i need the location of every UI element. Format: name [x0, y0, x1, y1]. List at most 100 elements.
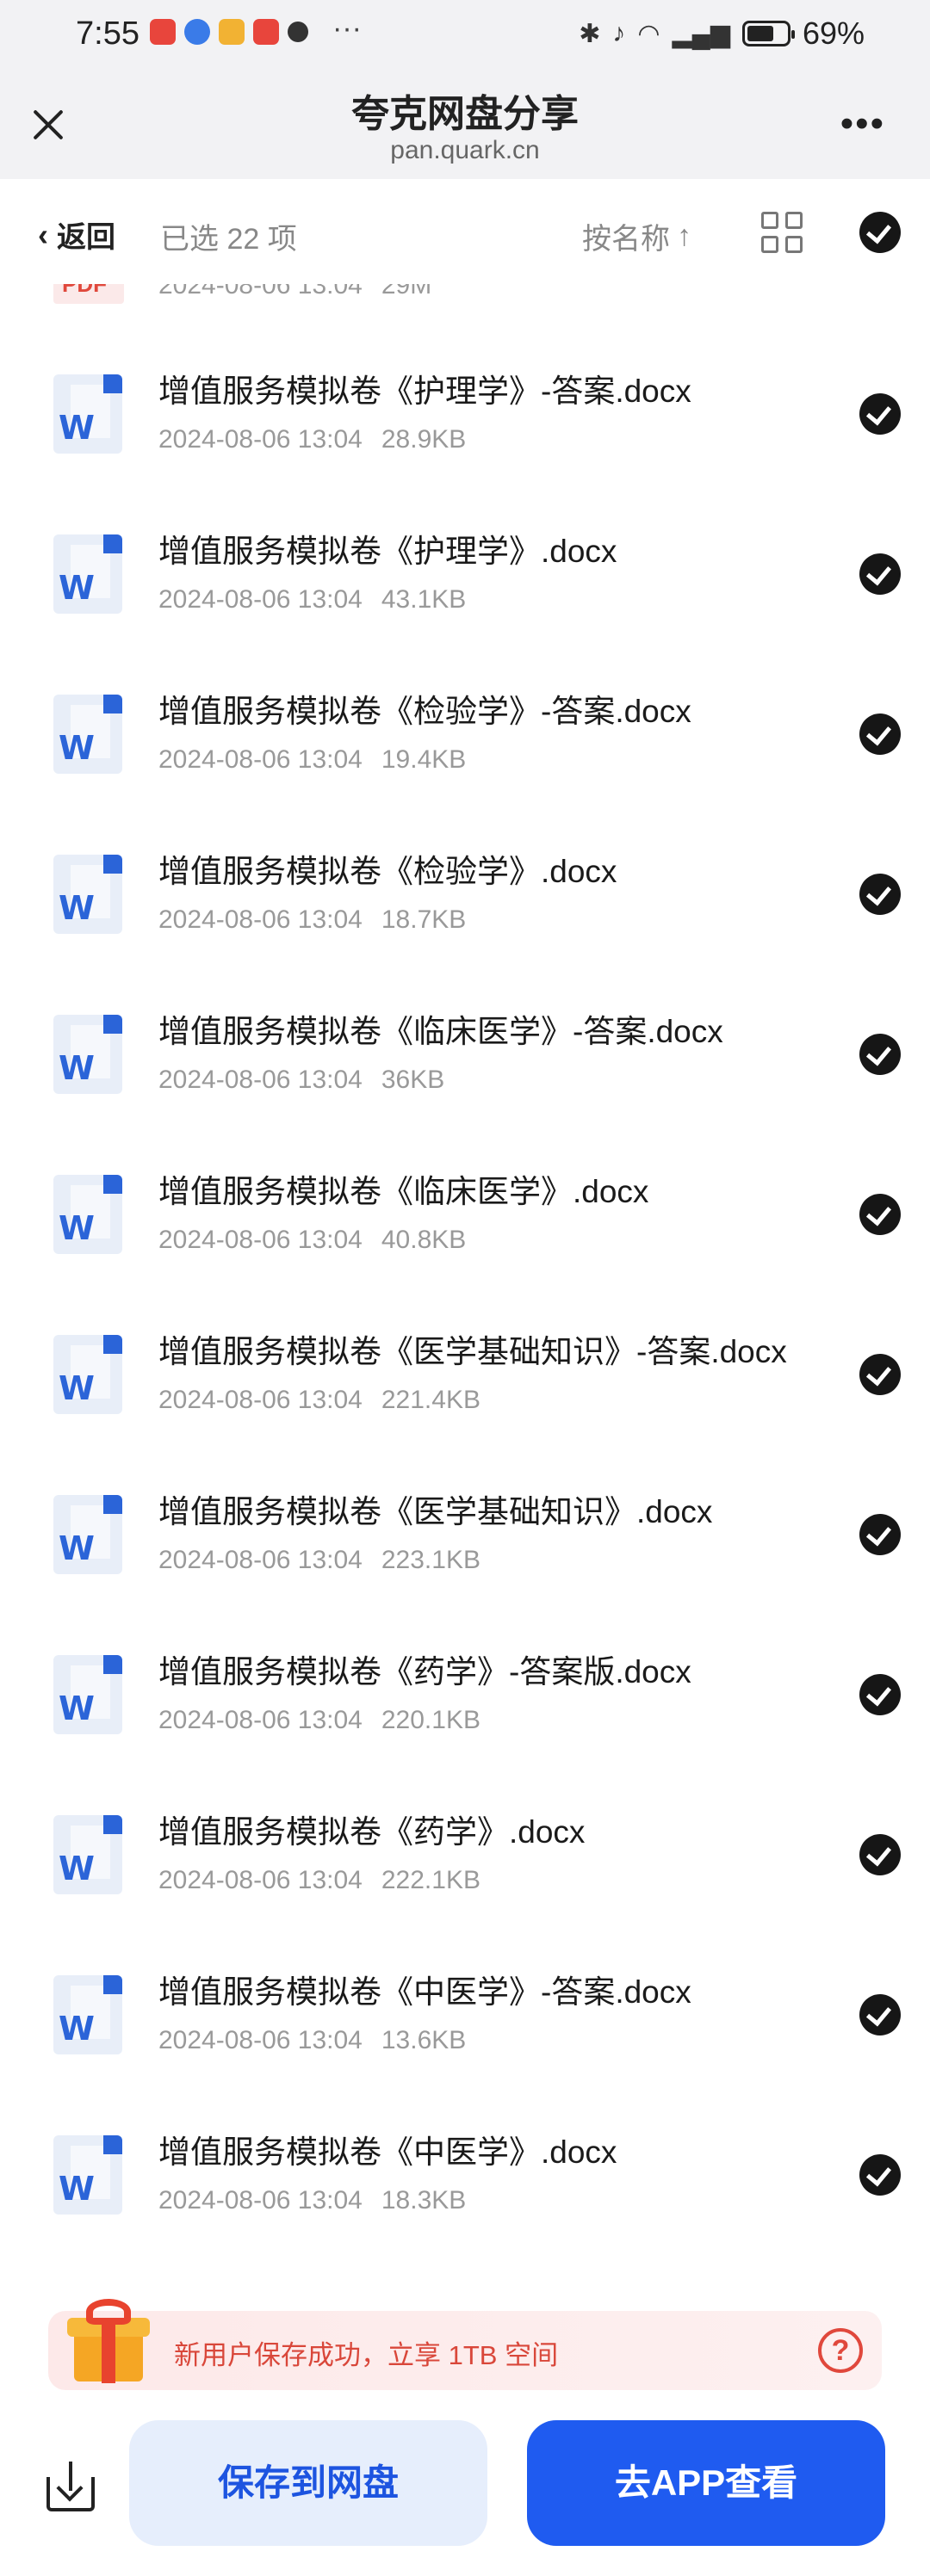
file-checkbox[interactable] — [859, 1034, 901, 1079]
file-list: PDF 2024-08-06 13:04 29M W 增值服务模拟卷《护理学》-答案.d… — [0, 284, 930, 2289]
sort-label: 按名称 — [582, 223, 670, 256]
file-checkbox[interactable] — [859, 1674, 901, 1720]
file-checkbox[interactable] — [859, 393, 901, 439]
file-size: 221.4KB — [381, 1386, 480, 1414]
checkmark-icon — [859, 1834, 901, 1875]
file-checkbox[interactable] — [859, 1354, 901, 1399]
file-size: 19.4KB — [381, 745, 467, 774]
file-row[interactable]: W 增值服务模拟卷《中医学》-答案.docx 2024-08-06 13:04 13.… — [0, 1935, 930, 2095]
page-title: 夸克网盘分享 — [351, 93, 579, 135]
wifi-icon: ◠ — [637, 19, 660, 48]
word-file-icon: W — [53, 1975, 124, 2058]
file-size: 18.3KB — [381, 2186, 467, 2215]
file-checkbox[interactable] — [859, 2154, 901, 2200]
page-url: pan.quark.cn — [390, 136, 540, 164]
file-row[interactable]: W 增值服务模拟卷《检验学》.docx 2024-08-06 13:04 18.7KB — [0, 814, 930, 974]
file-name: 增值服务模拟卷《医学基础知识》.docx — [158, 1494, 713, 1529]
file-row[interactable]: W 增值服务模拟卷《护理学》-答案.docx 2024-08-06 13:04 28.… — [0, 334, 930, 494]
file-meta: 2024-08-06 13:04 19.4KB — [158, 745, 466, 775]
file-row[interactable]: W 增值服务模拟卷《检验学》-答案.docx 2024-08-06 13:04 19.… — [0, 654, 930, 814]
word-file-icon: W — [53, 1495, 124, 1578]
signal-icon: ▂▄▆ — [672, 19, 730, 48]
file-name: 增值服务模拟卷《检验学》-答案.docx — [158, 694, 691, 729]
file-date: 2024-08-06 13:04 — [158, 425, 363, 454]
app-icon-blue — [184, 19, 210, 45]
file-meta: 2024-08-06 13:04 28.9KB — [158, 425, 466, 454]
file-meta: 2024-08-06 13:04 221.4KB — [158, 1386, 480, 1415]
file-date: 2024-08-06 13:04 — [158, 284, 363, 300]
status-more-icon: ··· — [332, 12, 362, 45]
more-menu-button[interactable]: ••• — [840, 105, 885, 143]
gift-icon — [65, 2294, 150, 2383]
file-row[interactable]: W 增值服务模拟卷《护理学》.docx 2024-08-06 13:04 43.1KB — [0, 494, 930, 654]
checkmark-icon — [859, 2154, 901, 2196]
file-row[interactable]: W 增值服务模拟卷《医学基础知识》-答案.docx 2024-08-06 13:04… — [0, 1294, 930, 1455]
file-name: 增值服务模拟卷《中医学》.docx — [158, 2134, 617, 2170]
file-checkbox[interactable] — [859, 713, 901, 759]
checkmark-icon — [859, 713, 901, 755]
checkmark-icon — [859, 1994, 901, 2035]
checkmark-icon — [859, 553, 901, 595]
checkmark-icon — [859, 393, 901, 435]
battery-icon — [741, 21, 795, 46]
file-row[interactable]: W 增值服务模拟卷《药学》-答案版.docx 2024-08-06 13:04 220… — [0, 1615, 930, 1775]
file-meta: 2024-08-06 13:04 43.1KB — [158, 585, 466, 615]
bottom-bar: 保存到网盘 去APP查看 — [0, 2410, 930, 2576]
word-file-icon: W — [53, 1815, 124, 1898]
file-checkbox[interactable] — [859, 1514, 901, 1560]
file-row[interactable]: W 增值服务模拟卷《临床医学》.docx 2024-08-06 13:04 40.8K… — [0, 1134, 930, 1294]
file-name: 增值服务模拟卷《药学》.docx — [158, 1814, 586, 1850]
file-row[interactable]: PDF 2024-08-06 13:04 29M — [0, 284, 930, 334]
back-label: 返回 — [57, 221, 115, 254]
file-size: 18.7KB — [381, 905, 467, 934]
help-icon[interactable]: ? — [818, 2328, 863, 2373]
download-button[interactable] — [46, 2462, 96, 2511]
chevron-left-icon: ‹ — [38, 216, 48, 252]
file-checkbox[interactable] — [859, 1194, 901, 1239]
file-date: 2024-08-06 13:04 — [158, 1386, 363, 1414]
file-meta: 2024-08-06 13:04 223.1KB — [158, 1546, 480, 1575]
file-size: 222.1KB — [381, 1866, 480, 1894]
checkmark-icon — [859, 874, 901, 915]
file-meta: 2024-08-06 13:04 36KB — [158, 1066, 444, 1095]
word-file-icon: W — [53, 1175, 124, 1257]
checkmark-icon — [859, 1194, 901, 1235]
word-file-icon: W — [53, 534, 124, 617]
promo-text: 新用户保存成功，立享 1TB 空间 — [174, 2340, 559, 2370]
file-checkbox[interactable] — [859, 553, 901, 599]
sort-button[interactable]: 按名称 ↑ — [582, 215, 691, 257]
word-file-icon: W — [53, 374, 124, 457]
file-size: 36KB — [381, 1066, 445, 1094]
file-name: 增值服务模拟卷《护理学》-答案.docx — [158, 374, 691, 409]
file-date: 2024-08-06 13:04 — [158, 1866, 363, 1894]
file-row[interactable]: W 增值服务模拟卷《药学》.docx 2024-08-06 13:04 222.1KB — [0, 1775, 930, 1935]
status-bar: 7:55 ··· ✱ ♪ ◠ ▂▄▆ 69% — [0, 0, 930, 69]
file-checkbox[interactable] — [859, 874, 901, 919]
file-date: 2024-08-06 13:04 — [158, 905, 363, 934]
file-date: 2024-08-06 13:04 — [158, 2026, 363, 2054]
grid-view-icon[interactable] — [761, 212, 803, 253]
word-file-icon: W — [53, 1015, 124, 1097]
file-size: 223.1KB — [381, 1546, 480, 1574]
file-meta: 2024-08-06 13:04 40.8KB — [158, 1226, 466, 1255]
file-checkbox[interactable] — [859, 1994, 901, 2040]
save-to-drive-button[interactable]: 保存到网盘 — [129, 2420, 487, 2546]
file-row[interactable]: W 增值服务模拟卷《医学基础知识》.docx 2024-08-06 13:04 223… — [0, 1455, 930, 1615]
file-row[interactable]: W 增值服务模拟卷《中医学》.docx 2024-08-06 13:04 18.3KB — [0, 2095, 930, 2255]
app-icon-red-2 — [253, 19, 279, 45]
file-row[interactable]: W 增值服务模拟卷《临床医学》-答案.docx 2024-08-06 13:04 36… — [0, 974, 930, 1134]
file-size: 29M — [381, 284, 432, 300]
word-file-icon: W — [53, 1335, 124, 1418]
open-in-app-button[interactable]: 去APP查看 — [527, 2420, 885, 2546]
file-meta: 2024-08-06 13:04 18.3KB — [158, 2186, 466, 2215]
status-app-icons — [150, 19, 308, 45]
file-checkbox[interactable] — [859, 1834, 901, 1880]
file-name: 增值服务模拟卷《护理学》.docx — [158, 534, 617, 569]
file-date: 2024-08-06 13:04 — [158, 1546, 363, 1574]
back-button[interactable]: ‹ 返回 — [38, 213, 115, 256]
select-all-checkbox[interactable] — [859, 212, 901, 257]
promo-banner[interactable]: 新用户保存成功，立享 1TB 空间 ? — [48, 2299, 882, 2390]
file-size: 220.1KB — [381, 1706, 480, 1734]
word-file-icon: W — [53, 855, 124, 937]
file-size: 40.8KB — [381, 1226, 467, 1254]
